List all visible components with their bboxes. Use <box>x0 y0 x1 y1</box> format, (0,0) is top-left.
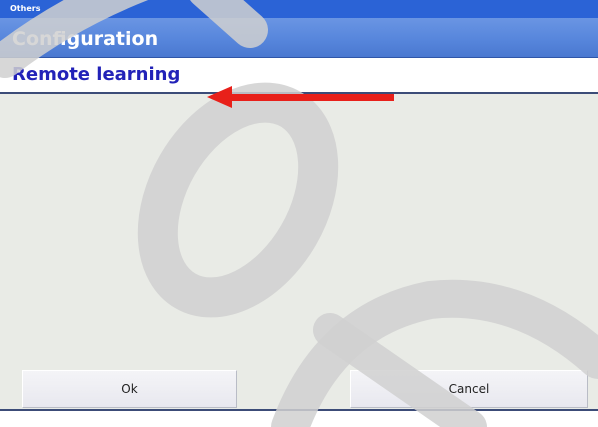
window-title: Others <box>10 4 41 13</box>
subheader-bar: Remote learning <box>0 58 598 94</box>
configuration-window: Others Configuration Remote learning Ok … <box>0 0 598 427</box>
content-area <box>0 94 598 370</box>
page-title: Configuration <box>12 28 159 50</box>
header-bar: Configuration <box>0 18 598 58</box>
cancel-button[interactable]: Cancel <box>350 370 588 408</box>
section-title: Remote learning <box>12 64 181 85</box>
bottom-bar <box>0 409 598 427</box>
title-bar: Others <box>0 0 598 18</box>
ok-button[interactable]: Ok <box>22 370 237 408</box>
